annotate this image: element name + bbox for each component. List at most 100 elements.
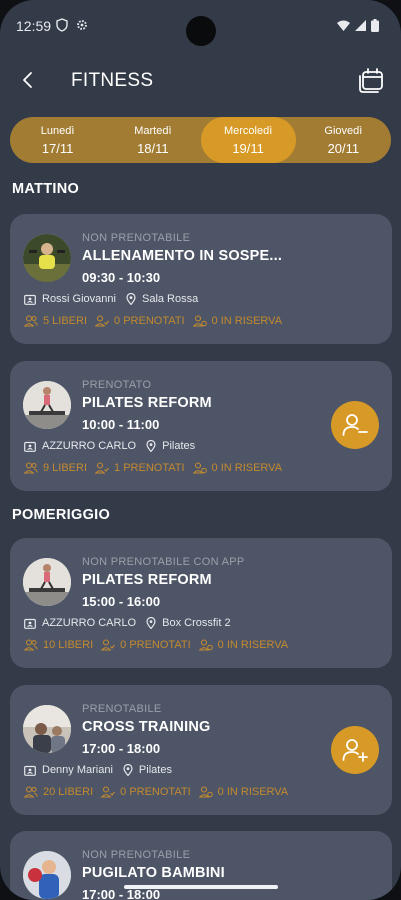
class-title: ALLENAMENTO IN SOSPE...	[82, 248, 283, 264]
day-tab-monday[interactable]: Lunedì 17/11	[10, 117, 105, 163]
class-status: NON PRENOTABILE CON APP	[82, 556, 245, 568]
booked-count: 0 PRENOTATI	[114, 315, 185, 327]
reserve-count: 0 IN RISERVA	[217, 786, 289, 798]
class-status: NON PRENOTABILE	[82, 849, 191, 861]
day-name: Mercoledì	[223, 124, 273, 137]
booked-count: 0 PRENOTATI	[120, 786, 191, 798]
class-title: PUGILATO BAMBINI	[82, 865, 225, 881]
day-date: 19/11	[232, 140, 264, 156]
class-title: CROSS TRAINING	[82, 719, 211, 735]
day-tab-tuesday[interactable]: Martedì 18/11	[105, 117, 200, 163]
free-spots: 9 LIBERI	[43, 462, 88, 474]
day-date: 17/11	[41, 140, 74, 156]
badge-icon	[24, 618, 36, 629]
class-title: PILATES REFORM	[82, 395, 212, 411]
add-user-icon	[342, 739, 368, 762]
page-title: FITNESS	[71, 70, 154, 91]
instructor-name: AZZURRO CARLO	[42, 440, 137, 452]
day-date: 18/11	[137, 140, 169, 156]
reserve-user-icon	[198, 639, 213, 651]
free-spots: 10 LIBERI	[43, 639, 94, 651]
class-meta: AZZURRO CARLO Pilates	[24, 440, 195, 452]
reserve-count: 0 IN RISERVA	[211, 462, 283, 474]
class-card[interactable]: NON PRENOTABILE CON APP PILATES REFORM 1…	[10, 538, 392, 668]
shield-icon	[56, 18, 68, 32]
class-card[interactable]: NON PRENOTABILE PUGILATO BAMBINI 17:00 -…	[10, 831, 392, 900]
settings-gear-icon	[77, 20, 87, 30]
day-date: 20/11	[327, 140, 360, 156]
day-name: Martedì	[134, 124, 172, 137]
class-card[interactable]: PRENOTATO PILATES REFORM 10:00 - 11:00 A…	[10, 361, 392, 491]
status-time: 12:59	[16, 18, 52, 34]
class-status: PRENOTABILE	[82, 703, 162, 715]
wifi-icon	[337, 20, 350, 31]
class-avatar	[23, 234, 71, 282]
reserve-count: 0 IN RISERVA	[211, 315, 283, 327]
users-icon	[24, 786, 38, 798]
users-icon	[24, 462, 38, 474]
status-right-icons	[337, 19, 379, 32]
class-card[interactable]: NON PRENOTABILE ALLENAMENTO IN SOSPE... …	[10, 214, 392, 344]
battery-icon	[371, 19, 379, 32]
book-class-button[interactable]	[331, 726, 379, 774]
booked-count: 1 PRENOTATI	[114, 462, 185, 474]
free-spots: 20 LIBERI	[43, 786, 94, 798]
class-availability: 9 LIBERI 1 PRENOTATI 0 IN RISERVA	[24, 462, 282, 474]
reserve-user-icon	[192, 462, 207, 474]
room-name: Pilates	[138, 764, 172, 776]
room-name: Sala Rossa	[141, 293, 199, 305]
badge-icon	[24, 441, 36, 452]
room-name: Pilates	[162, 440, 196, 452]
location-pin-icon	[146, 617, 156, 629]
day-tab-thursday[interactable]: Giovedì 20/11	[296, 117, 391, 163]
class-avatar	[23, 381, 71, 429]
class-status: PRENOTATO	[82, 379, 152, 391]
class-card[interactable]: PRENOTABILE CROSS TRAINING 17:00 - 18:00…	[10, 685, 392, 815]
users-icon	[24, 315, 38, 327]
class-meta: Rossi Giovanni Sala Rossa	[24, 293, 198, 305]
location-pin-icon	[123, 764, 133, 776]
back-arrow-icon[interactable]	[16, 66, 42, 94]
instructor-name: AZZURRO CARLO	[42, 617, 137, 629]
instructor-name: Denny Mariani	[42, 764, 113, 776]
camera-cutout	[186, 16, 216, 46]
status-bar: 12:59	[0, 0, 401, 48]
phone-screen: 12:59 FITNESS Lunedì 17/11 Martedì 18/11…	[0, 0, 401, 900]
booked-user-icon	[95, 315, 109, 327]
badge-icon	[24, 765, 36, 776]
users-icon	[24, 639, 38, 651]
class-time: 09:30 - 10:30	[82, 270, 161, 285]
calendar-icon[interactable]	[357, 66, 385, 94]
class-avatar	[23, 851, 71, 899]
day-tab-wednesday[interactable]: Mercoledì 19/11	[200, 117, 296, 163]
class-time: 15:00 - 16:00	[82, 594, 161, 609]
booked-user-icon	[95, 462, 109, 474]
location-pin-icon	[126, 293, 136, 305]
day-name: Giovedì	[324, 124, 363, 137]
class-title: PILATES REFORM	[82, 572, 212, 588]
class-status: NON PRENOTABILE	[82, 232, 191, 244]
class-availability: 10 LIBERI 0 PRENOTATI 0 IN RISERVA	[24, 639, 288, 651]
instructor-name: Rossi Giovanni	[42, 293, 116, 305]
cancel-booking-button[interactable]	[331, 401, 379, 449]
day-selector: Lunedì 17/11 Martedì 18/11 Mercoledì 19/…	[10, 117, 391, 163]
class-availability: 5 LIBERI 0 PRENOTATI 0 IN RISERVA	[24, 315, 282, 327]
section-title-morning: MATTINO	[12, 181, 80, 197]
booked-user-icon	[101, 786, 116, 798]
free-spots: 5 LIBERI	[43, 315, 88, 327]
section-title-afternoon: POMERIGGIO	[12, 507, 111, 523]
reserve-user-icon	[198, 786, 213, 798]
booked-user-icon	[101, 639, 116, 651]
booked-count: 0 PRENOTATI	[120, 639, 191, 651]
class-availability: 20 LIBERI 0 PRENOTATI 0 IN RISERVA	[24, 786, 288, 798]
class-avatar	[23, 705, 71, 753]
home-indicator[interactable]	[124, 885, 278, 889]
location-pin-icon	[146, 440, 156, 452]
reserve-count: 0 IN RISERVA	[217, 639, 289, 651]
class-time: 17:00 - 18:00	[82, 741, 161, 756]
day-name: Lunedì	[40, 124, 75, 137]
signal-icon	[355, 20, 366, 31]
reserve-user-icon	[192, 315, 207, 327]
class-avatar	[23, 558, 71, 606]
remove-user-icon	[342, 414, 368, 436]
